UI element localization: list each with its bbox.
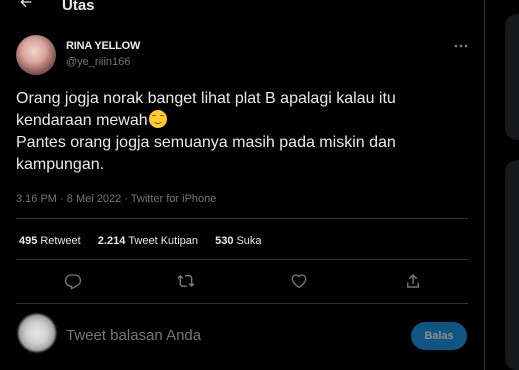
timeline-column: Utas RINA YELLOW @ye_riiin166 Orang jogj… [0, 0, 484, 370]
author-handle[interactable]: @ye_riiin166 [66, 56, 130, 68]
quotes-count: 2.214 [97, 235, 126, 247]
tweet-date[interactable]: 8 Mei 2022 [67, 193, 121, 205]
tweet-meta: 3.16 PM · 8 Mei 2022 · Twitter for iPhon… [16, 193, 216, 205]
likes-stat[interactable]: 530 Suka [215, 235, 261, 247]
arrow-left-icon[interactable] [18, 0, 34, 10]
reply-input[interactable]: Tweet balasan Anda [66, 327, 201, 344]
tweet-time[interactable]: 3.16 PM [16, 193, 57, 205]
header: Utas [0, 0, 484, 20]
meta-separator: · [60, 193, 64, 205]
tweet-text-line: Pantes orang jogja semuanya masih pada m… [16, 134, 396, 151]
quotes-label: Tweet Kutipan [128, 235, 199, 247]
tweet-text: Orang jogja norak banget lihat plat B ap… [16, 88, 476, 176]
retweets-stat[interactable]: 495 Retweet [19, 235, 81, 247]
divider [16, 303, 468, 304]
likes-count: 530 [215, 235, 234, 247]
quotes-stat[interactable]: 2.214 Tweet Kutipan [98, 235, 198, 247]
tweet-text-line: Orang jogja norak banget lihat plat B ap… [16, 90, 396, 107]
tweet-source[interactable]: Twitter for iPhone [131, 193, 217, 205]
more-horizontal-icon[interactable] [452, 40, 470, 52]
tweet-text-fragment: kendaraan mewah [16, 112, 148, 129]
author-name[interactable]: RINA YELLOW [66, 40, 140, 52]
heart-icon[interactable] [290, 272, 308, 290]
meta-separator: · [124, 193, 128, 205]
tweet-text-line: kendaraan mewah [16, 110, 476, 132]
divider [16, 218, 468, 219]
reply-button[interactable]: Balas [411, 322, 467, 350]
retweets-label: Retweet [40, 235, 81, 247]
divider [16, 259, 468, 260]
smiling-face-emoji-icon [148, 110, 167, 128]
share-icon[interactable] [404, 272, 422, 290]
sidebar-panel [505, 14, 519, 140]
page-title: Utas [62, 0, 95, 14]
tweet-text-line: kampungan. [16, 156, 105, 173]
retweet-icon[interactable] [177, 272, 195, 290]
tweet-actions [0, 272, 484, 294]
likes-label: Suka [236, 235, 262, 247]
reply-icon[interactable] [64, 272, 82, 290]
retweets-count: 495 [19, 235, 38, 247]
tweet-stats: 495 Retweet 2.214 Tweet Kutipan 530 Suka [19, 235, 276, 247]
author-avatar[interactable] [16, 35, 56, 75]
user-avatar [18, 314, 56, 352]
sidebar-panel [505, 160, 519, 370]
